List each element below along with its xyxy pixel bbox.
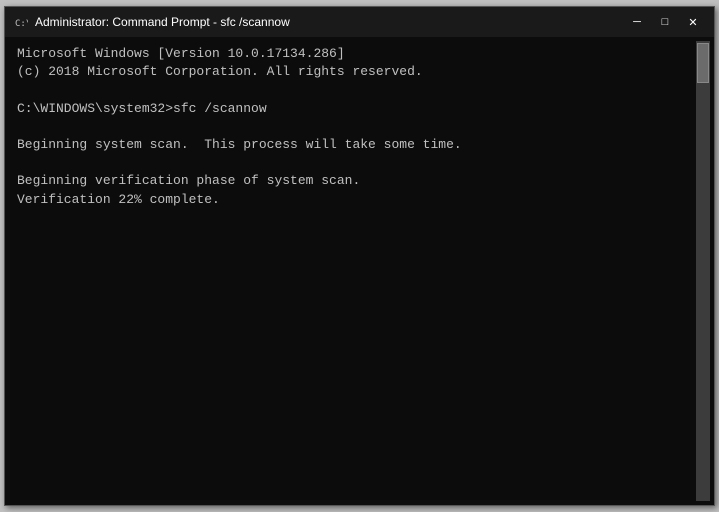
scrollbar-thumb[interactable] <box>697 43 709 83</box>
window-title: Administrator: Command Prompt - sfc /sca… <box>35 15 290 29</box>
cmd-icon: C:\ <box>13 14 29 30</box>
close-button[interactable]: ✕ <box>680 12 706 32</box>
console-output: Microsoft Windows [Version 10.0.17134.28… <box>17 45 688 209</box>
maximize-button[interactable]: □ <box>652 12 678 32</box>
command-prompt-window: C:\ Administrator: Command Prompt - sfc … <box>4 6 715 506</box>
scrollbar[interactable] <box>696 41 710 501</box>
minimize-button[interactable]: ─ <box>624 12 650 32</box>
title-controls: ─ □ ✕ <box>624 12 706 32</box>
title-bar-left: C:\ Administrator: Command Prompt - sfc … <box>13 14 290 30</box>
title-bar: C:\ Administrator: Command Prompt - sfc … <box>5 7 714 37</box>
svg-text:C:\: C:\ <box>15 19 28 29</box>
console-content[interactable]: Microsoft Windows [Version 10.0.17134.28… <box>9 41 696 501</box>
console-area: Microsoft Windows [Version 10.0.17134.28… <box>5 37 714 505</box>
